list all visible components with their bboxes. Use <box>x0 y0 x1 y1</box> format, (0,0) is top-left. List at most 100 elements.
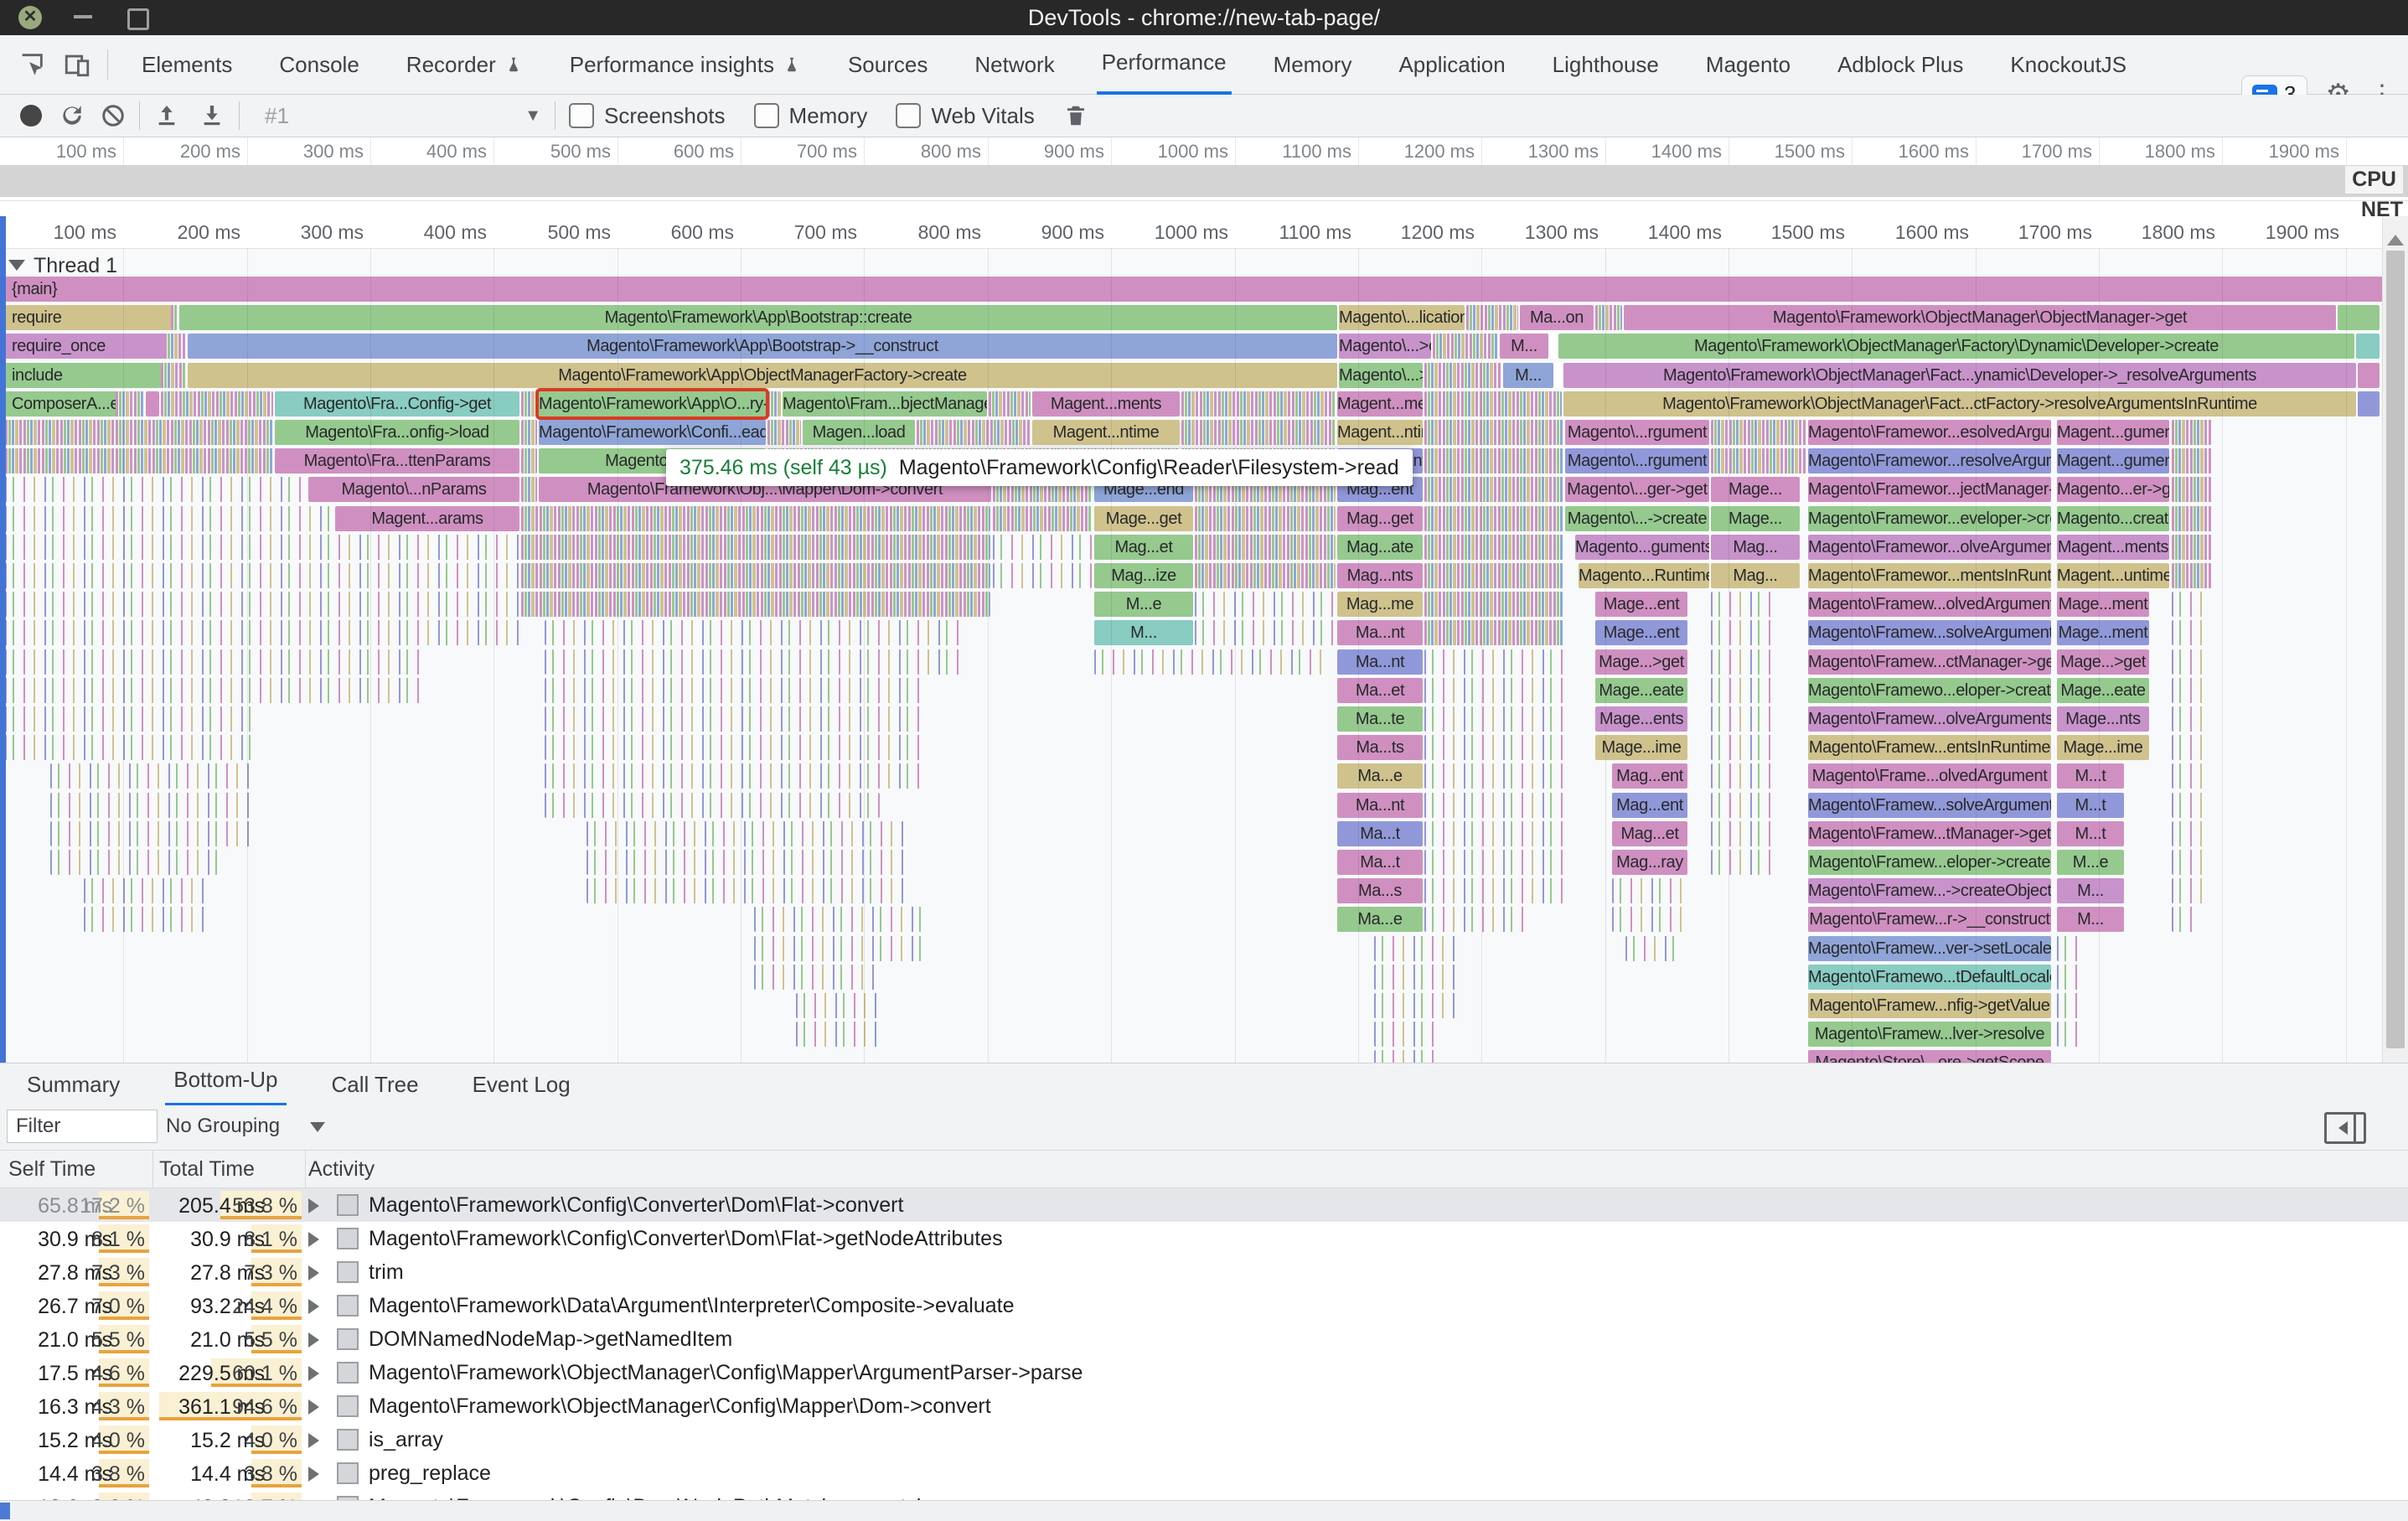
tab-adblock-plus[interactable]: Adblock Plus <box>1832 35 1968 94</box>
window-minimize-button[interactable] <box>74 15 92 18</box>
flame-chart[interactable]: 100 ms 200 ms 300 ms 400 ms 500 ms 600 ms 700 … <box>0 216 2408 1063</box>
flame-block[interactable]: Mag...ent <box>1612 792 1687 818</box>
flame-block[interactable]: M...t <box>2057 820 2124 846</box>
flame-block[interactable]: Magento\Framewor...resolveArgument <box>1808 448 2051 474</box>
clear-button[interactable] <box>101 97 126 134</box>
cpu-activity-band[interactable]: CPU <box>0 165 2408 197</box>
tab-console[interactable]: Console <box>274 35 364 94</box>
checkbox-web-vitals[interactable]: Web Vitals <box>896 103 1035 129</box>
flame-block[interactable]: Mage... <box>1711 505 1800 531</box>
flame-block[interactable]: Ma...t <box>1337 820 1423 846</box>
table-row[interactable]: 26.7 ms 7.0 % 93.2 ms 24.4 % Magento\Framewo… <box>0 1289 2408 1322</box>
expand-arrow-icon[interactable] <box>308 1399 327 1415</box>
flame-block[interactable]: Magento\Framew...r->__construct <box>1808 907 2051 933</box>
flame-block[interactable]: Magen...load <box>803 420 915 445</box>
tab-application[interactable]: Application <box>1393 35 1510 94</box>
tab-knockoutjs[interactable]: KnockoutJS <box>2005 35 2132 94</box>
checkbox-box[interactable] <box>569 103 594 128</box>
flame-block[interactable]: Mag...ray <box>1612 850 1687 875</box>
flame-block[interactable]: Magent...ments <box>2057 534 2169 560</box>
flame-block[interactable]: Magent...ments <box>1032 391 1180 416</box>
table-row[interactable]: 27.8 ms 7.3 % 27.8 ms 7.3 % trim <box>0 1255 2408 1289</box>
expand-arrow-icon[interactable] <box>308 1299 327 1314</box>
window-maximize-button[interactable] <box>127 8 149 30</box>
flame-block[interactable]: Magento\Framew...nfig->getValue <box>1808 993 2051 1018</box>
tab-sources[interactable]: Sources <box>843 35 933 94</box>
load-profile-icon[interactable] <box>153 97 180 134</box>
flame-block[interactable]: Mag...nts <box>1337 563 1423 588</box>
tab-recorder[interactable]: Recorder <box>401 35 528 94</box>
flame-block[interactable]: require <box>5 305 176 331</box>
scroll-up-arrow-icon[interactable] <box>2387 226 2404 246</box>
flame-block[interactable]: Mage...ime <box>1595 735 1687 761</box>
flame-block[interactable]: Mage...ents <box>1595 706 1687 732</box>
flame-block[interactable]: M...t <box>2057 763 2124 789</box>
scrollbar-thumb[interactable] <box>2386 251 2405 1048</box>
flame-block[interactable]: Mage...nts <box>2057 706 2149 732</box>
flame-block[interactable]: Magent...arams <box>335 505 519 531</box>
flame-block[interactable]: Mag... <box>1711 563 1800 588</box>
flame-block[interactable]: Magento\Fram...bjectManager <box>783 391 987 416</box>
flame-block[interactable]: Magento\Framew...olveArguments <box>1808 706 2051 732</box>
expand-arrow-icon[interactable] <box>308 1198 327 1213</box>
flame-block[interactable]: Magento...Runtime <box>1579 563 1709 588</box>
flame-block[interactable]: Mage...ment <box>2057 592 2149 618</box>
tab-performance-insights[interactable]: Performance insights <box>565 35 806 94</box>
flame-block[interactable]: include <box>5 362 166 388</box>
expand-arrow-icon[interactable] <box>308 1265 327 1280</box>
flame-block[interactable]: M... <box>1503 362 1553 388</box>
flame-block[interactable]: Magento\Framework\ObjectManager\Factory\… <box>1558 334 2354 360</box>
table-row[interactable]: 13.6 ms3.6 %48.3 ms12.7 %Magento\Framewo… <box>0 1490 2408 1500</box>
flame-block[interactable]: Magento\Framew...entsInRuntime <box>1808 735 2051 761</box>
flame-block[interactable]: Magento\Fra...ttenParams <box>275 448 519 474</box>
expand-arrow-icon[interactable] <box>308 1433 327 1448</box>
flame-block[interactable]: Ma...et <box>1337 677 1423 703</box>
table-row[interactable]: 65.8 ms 17.2 % 205.4 ms 53.8 % Magento\Frame… <box>0 1188 2408 1222</box>
flame-block[interactable]: Magento\Framew...solveArgument <box>1808 620 2051 646</box>
reload-and-record-button[interactable] <box>59 97 85 134</box>
flame-block[interactable]: Mage...>get <box>1595 649 1687 675</box>
flame-block[interactable]: M...t <box>2057 792 2124 818</box>
trash-icon[interactable] <box>1063 97 1088 134</box>
flame-block[interactable]: M... <box>1500 334 1548 360</box>
tab-memory[interactable]: Memory <box>1269 35 1357 94</box>
flame-block[interactable]: {main} <box>5 277 2386 302</box>
flame-block[interactable]: Magent...gument <box>2057 448 2169 474</box>
flame-block[interactable]: Magento\...nParams <box>308 477 519 503</box>
flame-block[interactable]: Magento...create <box>2057 505 2169 531</box>
flame-block[interactable]: Mag...ate <box>1337 534 1423 560</box>
flame-block[interactable]: Ma...te <box>1337 706 1423 732</box>
window-close-button[interactable]: ✕ <box>18 6 42 29</box>
flame-block[interactable]: Ma...nt <box>1337 649 1423 675</box>
flame-vertical-scrollbar[interactable] <box>2382 216 2408 1063</box>
flame-block[interactable]: Magento\...ger->get <box>1565 477 1709 503</box>
flame-block[interactable]: Mag...ent <box>1612 763 1687 789</box>
flame-block[interactable]: Mag...et <box>1094 534 1193 560</box>
flame-block[interactable]: M...e <box>1094 592 1193 618</box>
flame-block[interactable]: Mag...et <box>1612 820 1687 846</box>
flame-block[interactable]: Magento\Framework\ObjectManager\Fact...y… <box>1563 362 2356 388</box>
checkbox-memory[interactable]: Memory <box>753 103 867 129</box>
flame-block[interactable]: Mage...eate <box>2057 677 2149 703</box>
filter-input[interactable] <box>7 1110 158 1143</box>
flame-block[interactable]: Magento\Framewo...eloper->create <box>1808 677 2051 703</box>
flame-block[interactable]: Magento\Framew...ver->setLocale <box>1808 935 2051 961</box>
flame-block[interactable]: Magento\Framew...olvedArgument <box>1808 592 2051 618</box>
flame-block[interactable]: Magento\Framew...ctManager->get <box>1808 649 2051 675</box>
grouping-select[interactable]: No Grouping <box>166 1110 333 1143</box>
column-activity[interactable]: Activity <box>308 1157 375 1182</box>
flame-block[interactable]: M... <box>2057 878 2124 904</box>
flame-block[interactable]: Mage...eate <box>1595 677 1687 703</box>
table-row[interactable]: 14.4 ms 3.8 % 14.4 ms 3.8 % preg_replace <box>0 1456 2408 1490</box>
flame-block[interactable]: Magento\Framew...->createObject <box>1808 878 2051 904</box>
flame-block[interactable]: Magento\Framework\ObjectManager\Fact...c… <box>1563 391 2356 416</box>
column-self-time[interactable]: Self Time <box>8 1157 96 1182</box>
overview-ruler[interactable]: 100 ms 200 ms 300 ms 400 ms 500 ms 600 ms 700 … <box>0 137 2408 166</box>
flame-block[interactable]: Magent...gument <box>2057 420 2169 445</box>
table-row[interactable]: 17.5 ms 4.6 % 229.5 ms 60.1 % Magento\Framew… <box>0 1356 2408 1389</box>
tab-magento[interactable]: Magento <box>1701 35 1796 94</box>
flame-block[interactable]: Magento\Framewor...esolvedArgument <box>1808 420 2051 445</box>
flame-block[interactable]: Magento\Framework\App\O...ry->_loadPrima… <box>535 387 769 420</box>
bottom-tab-summary[interactable]: Summary <box>18 1064 128 1105</box>
flame-block[interactable]: Mag...me <box>1337 592 1423 618</box>
